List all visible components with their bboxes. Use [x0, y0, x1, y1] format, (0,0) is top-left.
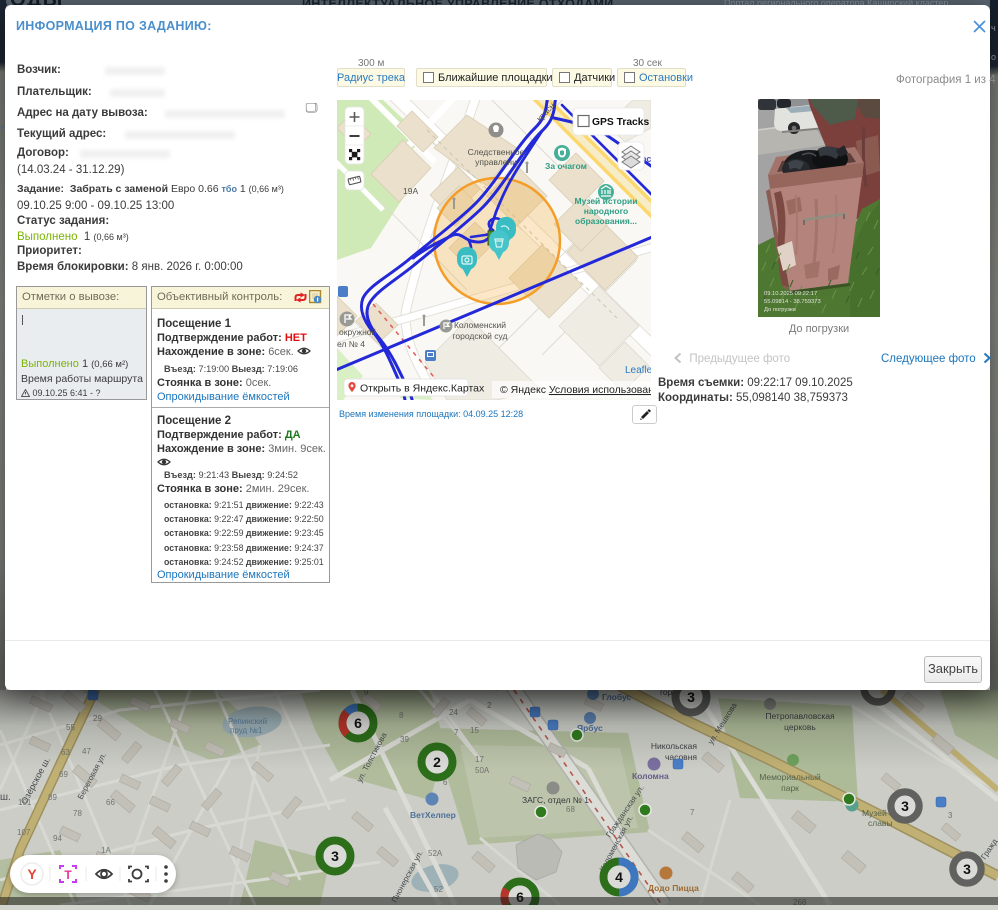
svg-text:3: 3 — [948, 811, 953, 820]
svg-text:3: 3 — [901, 798, 909, 814]
svg-text:101: 101 — [18, 798, 32, 807]
svg-text:3: 3 — [963, 861, 971, 877]
svg-text:городской суд: городской суд — [453, 331, 508, 341]
svg-text:78: 78 — [73, 809, 82, 818]
svg-text:окружной: окружной — [339, 327, 377, 337]
svg-text:управлени: управлени — [475, 157, 517, 167]
svg-text:До погрузки: До погрузки — [764, 307, 796, 313]
svg-text:парк: парк — [781, 783, 799, 793]
svg-text:Мемориальный: Мемориальный — [759, 772, 821, 782]
svg-text:ел № 4: ел № 4 — [337, 339, 365, 349]
svg-text:образования...: образования... — [575, 216, 637, 226]
svg-text:© Яндекс Условия использования: © Яндекс Условия использования — [500, 384, 651, 396]
svg-text:Следственное: Следственное — [468, 147, 525, 157]
svg-text:19А: 19А — [403, 186, 418, 196]
svg-text:66: 66 — [106, 798, 115, 807]
svg-text:Y: Y — [27, 866, 37, 882]
svg-text:T: T — [64, 868, 72, 882]
svg-text:55.09814 - 38.759373: 55.09814 - 38.759373 — [764, 299, 821, 305]
svg-text:народного: народного — [584, 206, 628, 216]
svg-text:ВетХелпер: ВетХелпер — [410, 810, 456, 820]
svg-text:ЗАГС, отдел № 1: ЗАГС, отдел № 1 — [522, 795, 589, 805]
svg-text:52А: 52А — [428, 849, 443, 858]
svg-text:Коломенский: Коломенский — [454, 320, 506, 330]
svg-text:GPS Tracks: GPS Tracks — [592, 117, 650, 128]
svg-text:ш.: ш. — [0, 792, 11, 803]
svg-text:94: 94 — [53, 834, 62, 843]
svg-text:Додо Пицца: Додо Пицца — [648, 883, 699, 893]
svg-text:09.10.2025 09:22:17: 09.10.2025 09:22:17 — [764, 291, 817, 297]
svg-text:Leaflet: Leaflet — [625, 365, 651, 376]
svg-text:Открыть в Яндекс.Картах: Открыть в Яндекс.Картах — [360, 383, 485, 395]
svg-text:Коломна: Коломна — [632, 771, 669, 781]
svg-text:107: 107 — [17, 828, 31, 837]
svg-text:За очагом: За очагом — [545, 161, 587, 171]
svg-text:славы: славы — [868, 818, 893, 828]
svg-text:1А: 1А — [101, 846, 111, 855]
svg-text:69: 69 — [59, 770, 68, 779]
svg-text:68: 68 — [566, 805, 575, 814]
svg-text:89: 89 — [48, 793, 57, 802]
svg-text:3: 3 — [331, 848, 339, 864]
svg-text:52: 52 — [434, 885, 443, 894]
svg-text:7: 7 — [690, 808, 695, 817]
svg-text:4: 4 — [615, 869, 623, 885]
